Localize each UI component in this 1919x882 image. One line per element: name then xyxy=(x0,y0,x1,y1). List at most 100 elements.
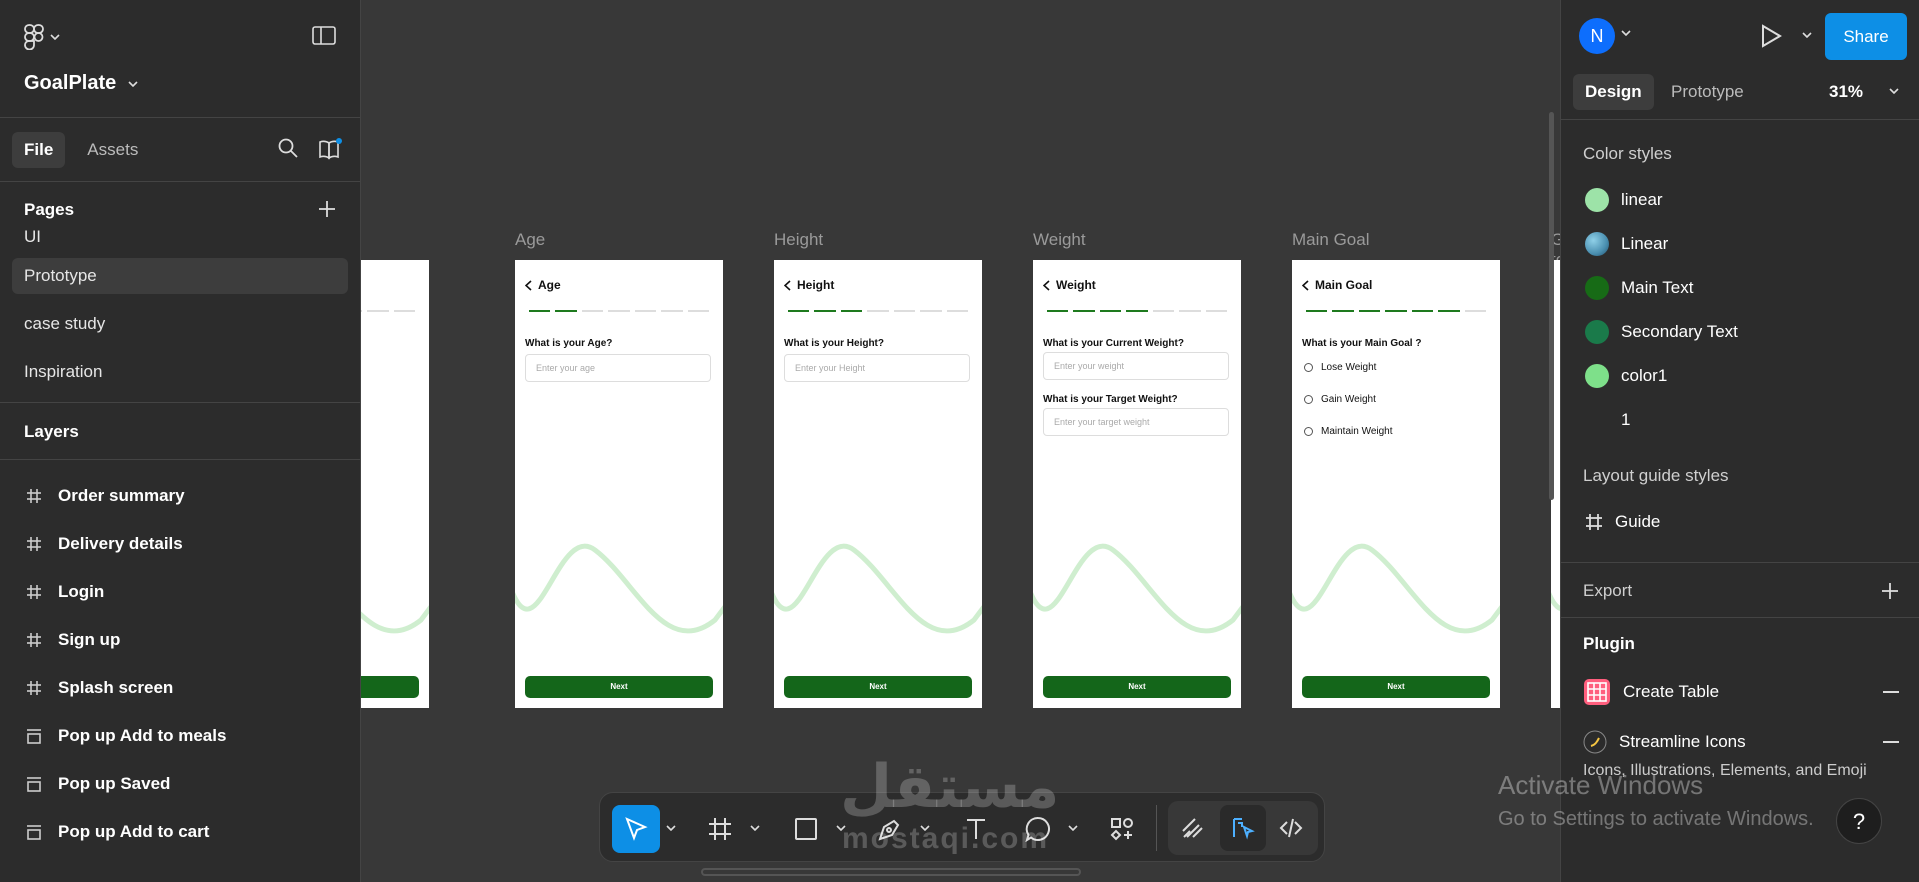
zoom-level[interactable]: 31% xyxy=(1829,74,1863,110)
color-style-item[interactable]: linear xyxy=(1561,178,1919,222)
color-swatch xyxy=(1585,320,1609,344)
watermark-text: mostaqi.com xyxy=(842,822,1050,855)
progress-step xyxy=(393,310,415,312)
color-style-item[interactable]: color1 xyxy=(1561,354,1919,398)
vertical-scrollbar[interactable] xyxy=(1549,112,1554,500)
chevron-down-icon[interactable] xyxy=(666,825,676,831)
screen-frame[interactable]: Age What is your Age? Enter your age Next xyxy=(515,260,723,708)
frame-tool-button[interactable] xyxy=(696,805,744,853)
next-button[interactable]: Next xyxy=(1302,676,1490,698)
canvas[interactable]: r ?t Age Age What is your Age? Enter your ag… xyxy=(361,0,1560,882)
minus-icon[interactable] xyxy=(1883,741,1899,743)
screen-frame[interactable]: Height What is your Height? Enter your Hei… xyxy=(774,260,982,708)
screen-frame[interactable]: r ?t xyxy=(361,260,429,708)
move-tool-button[interactable] xyxy=(612,805,660,853)
layer-item[interactable]: Pop up Add to cart xyxy=(0,808,360,856)
layer-item[interactable]: Sign up xyxy=(0,616,360,664)
avatar[interactable]: N xyxy=(1579,18,1615,54)
tab-assets[interactable]: Assets xyxy=(75,132,150,168)
next-button[interactable]: Next xyxy=(525,676,713,698)
color-style-item[interactable]: Secondary Text xyxy=(1561,310,1919,354)
chevron-down-icon[interactable] xyxy=(1068,825,1078,831)
streamline-icon xyxy=(1583,730,1607,754)
answer-input[interactable]: Enter your age xyxy=(525,354,711,382)
guide-label: Guide xyxy=(1615,512,1661,531)
answer-input[interactable]: Enter your Height xyxy=(784,354,970,382)
progress-step xyxy=(555,310,577,312)
color-style-item[interactable]: 1 xyxy=(1561,398,1919,442)
layer-item[interactable]: Pop up Add to meals xyxy=(0,712,360,760)
add-page-icon[interactable] xyxy=(318,200,336,218)
layer-item[interactable]: Order summary xyxy=(0,472,360,520)
radio-option[interactable]: Maintain Weight xyxy=(1304,426,1393,437)
page-item-case-study[interactable]: case study xyxy=(0,300,360,348)
chevron-down-icon[interactable] xyxy=(750,825,760,831)
color-style-item[interactable]: Main Text xyxy=(1561,266,1919,310)
next-button[interactable]: Next xyxy=(784,676,972,698)
pages-title: Pages xyxy=(24,200,75,219)
answer-input[interactable]: Enter your target weight xyxy=(1043,408,1229,436)
export-section: Export xyxy=(1561,562,1919,618)
plugin-create-table[interactable]: Create Table xyxy=(1561,662,1919,722)
tab-file[interactable]: File xyxy=(12,131,66,168)
toolbar-divider xyxy=(1156,805,1157,851)
progress-step xyxy=(661,310,683,312)
screen-frame[interactable]: Main Goal What is your Main Goal ? Lose We… xyxy=(1292,260,1500,708)
mode-switcher xyxy=(1168,801,1318,855)
page-item-ui[interactable]: UI xyxy=(0,222,360,252)
page-item-prototype[interactable]: Prototype xyxy=(12,258,348,294)
draw-mode-button[interactable] xyxy=(1170,805,1216,851)
horizontal-scrollbar[interactable] xyxy=(701,868,1081,876)
progress-step xyxy=(1205,310,1227,312)
wave-decoration xyxy=(361,605,429,634)
screen-frame[interactable]: Weight What is your Current Weight? Enter … xyxy=(1033,260,1241,708)
shape-tool-button[interactable] xyxy=(782,805,830,853)
progress-step xyxy=(893,310,916,312)
plugin-streamline-icons[interactable]: Streamline Icons xyxy=(1561,722,1919,762)
section-icon xyxy=(27,825,41,840)
layer-label: Pop up Saved xyxy=(58,774,171,793)
progress-step xyxy=(367,310,389,312)
layer-item[interactable]: Login xyxy=(0,568,360,616)
progress-step xyxy=(1438,310,1460,312)
cursor-icon xyxy=(625,817,648,841)
chevron-down-icon[interactable] xyxy=(1802,32,1812,38)
answer-input[interactable]: Enter your weight xyxy=(1043,352,1229,380)
chevron-down-icon[interactable] xyxy=(1889,88,1899,94)
share-button[interactable]: Share xyxy=(1825,13,1907,60)
section-icon xyxy=(27,777,41,792)
guide-style[interactable]: Guide xyxy=(1561,500,1919,544)
frame-label[interactable]: Age xyxy=(515,230,545,250)
frame-label[interactable]: Height xyxy=(774,230,823,250)
sidebar-toggle-icon[interactable] xyxy=(312,26,336,46)
minus-icon[interactable] xyxy=(1883,691,1899,693)
radio-option[interactable]: Gain Weight xyxy=(1304,394,1376,405)
frame-label[interactable]: Weight xyxy=(1033,230,1086,250)
radio-option[interactable]: Lose Weight xyxy=(1304,362,1376,373)
color-style-label: linear xyxy=(1621,190,1663,209)
help-button[interactable]: ? xyxy=(1836,798,1882,844)
design-mode-button[interactable] xyxy=(1220,805,1266,851)
tab-design[interactable]: Design xyxy=(1573,74,1654,110)
page-item-inspiration[interactable]: Inspiration xyxy=(0,348,360,396)
add-export-icon[interactable] xyxy=(1881,582,1899,600)
layer-label: Pop up Add to cart xyxy=(58,822,210,841)
color-style-item[interactable]: Linear xyxy=(1561,222,1919,266)
progress-step xyxy=(1126,310,1148,312)
frame-label[interactable]: Main Goal xyxy=(1292,230,1369,250)
library-icon[interactable] xyxy=(318,138,342,160)
dev-mode-button[interactable] xyxy=(1268,805,1314,851)
next-button[interactable]: t xyxy=(361,676,419,698)
actions-button[interactable] xyxy=(1098,805,1146,853)
next-button[interactable]: Next xyxy=(1043,676,1231,698)
frame-icon xyxy=(27,633,41,647)
layer-item[interactable]: Pop up Saved xyxy=(0,760,360,808)
main-menu-button[interactable] xyxy=(24,24,60,50)
present-icon[interactable] xyxy=(1760,24,1782,48)
tab-prototype[interactable]: Prototype xyxy=(1659,74,1756,110)
layer-item[interactable]: Delivery details xyxy=(0,520,360,568)
search-icon[interactable] xyxy=(278,138,298,158)
layer-item[interactable]: Splash screen xyxy=(0,664,360,712)
chevron-down-icon[interactable] xyxy=(1621,30,1631,36)
file-name[interactable]: GoalPlate xyxy=(24,72,138,95)
